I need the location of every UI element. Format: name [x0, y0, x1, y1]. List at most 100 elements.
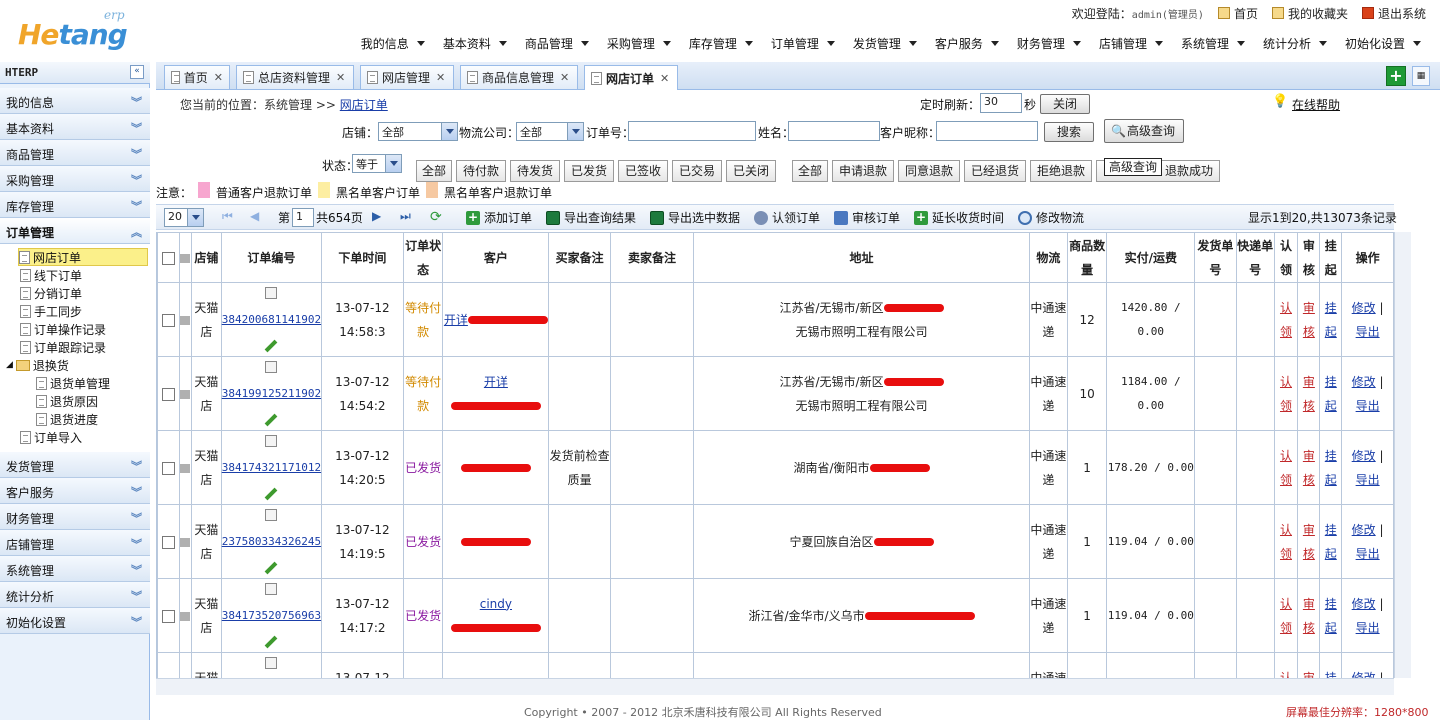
first-page-icon[interactable]: ⏮ — [222, 209, 233, 224]
cell-customer[interactable]: 开详 — [442, 282, 550, 357]
order-detail-icon[interactable] — [265, 287, 278, 299]
claim-link[interactable]: 领 — [1280, 473, 1292, 487]
sidebar-section-shops[interactable]: 店铺管理 ︾ — [0, 530, 150, 556]
online-help-link[interactable]: 在线帮助 — [1292, 96, 1340, 113]
logout-link[interactable]: 退出系统 — [1361, 5, 1426, 22]
customer-link[interactable]: 开详 — [484, 375, 508, 389]
edit-link[interactable]: 修改 — [1352, 375, 1376, 389]
nav-statistics[interactable]: 统计分析 — [1254, 34, 1336, 52]
hang-link[interactable]: 起 — [1325, 325, 1337, 339]
nav-inventory[interactable]: 库存管理 — [680, 34, 762, 52]
sidebar-section-basic-data[interactable]: 基本资料 ︾ — [0, 114, 150, 140]
audit-link[interactable]: 核 — [1303, 473, 1315, 487]
row-checkbox[interactable] — [157, 356, 180, 431]
cell-claim[interactable]: 认领 — [1273, 282, 1299, 357]
order-detail-icon[interactable] — [265, 361, 278, 373]
modify-logistics-button[interactable]: 修改物流 — [1018, 209, 1084, 226]
col-header-shop[interactable]: 店铺 — [190, 232, 222, 283]
status-operator-select[interactable]: 等于 — [352, 154, 402, 173]
col-header-ship-no[interactable]: 发货单号 — [1194, 232, 1237, 283]
audit-link[interactable]: 审 — [1303, 449, 1315, 463]
close-tab-icon[interactable]: ✕ — [436, 71, 445, 84]
cell-audit[interactable]: 审核 — [1297, 356, 1321, 431]
row-checkbox[interactable] — [157, 430, 180, 505]
claim-link[interactable]: 领 — [1280, 325, 1292, 339]
audit-link[interactable]: 核 — [1303, 325, 1315, 339]
advanced-search-button[interactable]: 🔍 高级查询 — [1104, 119, 1184, 143]
cell-hang[interactable]: 挂起 — [1319, 430, 1343, 505]
cell-customer[interactable] — [442, 430, 550, 505]
add-order-button[interactable]: + 添加订单 — [466, 209, 532, 226]
col-header-quantity[interactable]: 商品数量 — [1066, 232, 1108, 283]
sidebar-section-statistics[interactable]: 统计分析 ︾ — [0, 582, 150, 608]
shop-select[interactable]: 全部 — [378, 122, 458, 141]
col-header-buyer-note[interactable]: 买家备注 — [548, 232, 611, 283]
sidebar-section-products[interactable]: 商品管理 ︾ — [0, 140, 150, 166]
search-button[interactable]: 搜索 — [1044, 122, 1094, 142]
cell-claim[interactable]: 认领 — [1273, 504, 1299, 579]
horizontal-scrollbar[interactable] — [156, 678, 1394, 695]
edit-link[interactable]: 修改 — [1352, 449, 1376, 463]
claim-link[interactable]: 认 — [1280, 375, 1292, 389]
page-size-select[interactable]: 20 — [164, 208, 204, 227]
export-link[interactable]: 导出 — [1356, 325, 1380, 339]
table-row[interactable]: 天猫店 384199125211902 13-07-12 14:54:2 等待付款 开详 江… — [157, 356, 1394, 431]
edit-pencil-icon[interactable] — [265, 561, 278, 575]
hang-link[interactable]: 起 — [1325, 547, 1337, 561]
edit-pencil-icon[interactable] — [265, 413, 278, 427]
cell-claim[interactable]: 认领 — [1273, 430, 1299, 505]
tab-home[interactable]: 首页 ✕ — [164, 65, 230, 89]
export-link[interactable]: 导出 — [1356, 621, 1380, 635]
cell-customer[interactable]: cindy — [442, 578, 550, 653]
prev-page-icon[interactable]: ◀ — [250, 209, 259, 223]
close-tab-icon[interactable]: ✕ — [214, 71, 223, 84]
tree-item-distribution-orders[interactable]: 分销订单 — [20, 284, 82, 302]
table-row[interactable]: 天猫店38415928667491313-07-1213:57:5已发货黄 福建省… — [157, 652, 1394, 679]
edit-pencil-icon[interactable] — [265, 339, 278, 353]
sidebar-section-finance[interactable]: 财务管理 ︾ — [0, 504, 150, 530]
export-link[interactable]: 导出 — [1356, 399, 1380, 413]
claim-link[interactable]: 领 — [1280, 621, 1292, 635]
col-header-claim[interactable]: 认领 — [1273, 232, 1299, 283]
nav-shops[interactable]: 店铺管理 — [1090, 34, 1172, 52]
cell-hang[interactable]: 挂起 — [1319, 652, 1343, 678]
tree-item-manual-sync[interactable]: 手工同步 — [20, 302, 82, 320]
audit-link[interactable]: 审 — [1303, 301, 1315, 315]
nav-finance[interactable]: 财务管理 — [1008, 34, 1090, 52]
customer-link[interactable]: cindy — [480, 597, 512, 611]
nav-shipping[interactable]: 发货管理 — [844, 34, 926, 52]
nav-basic-data[interactable]: 基本资料 — [434, 34, 516, 52]
nav-products[interactable]: 商品管理 — [516, 34, 598, 52]
col-header-status[interactable]: 订单状态 — [402, 232, 444, 283]
table-row[interactable]: 天猫店 384173520756963 13-07-12 14:17:2 已发货 cind… — [157, 578, 1394, 653]
refund-all-button[interactable]: 全部 — [792, 160, 828, 182]
tree-item-return-progress[interactable]: 退货进度 — [36, 410, 98, 428]
sidebar-section-my-info[interactable]: 我的信息 ︾ — [0, 88, 150, 114]
claim-link[interactable]: 领 — [1280, 547, 1292, 561]
table-row[interactable]: 天猫店 384200681141902 13-07-12 14:58:3 等待付款 开详 江… — [157, 282, 1394, 357]
claim-link[interactable]: 认 — [1280, 301, 1292, 315]
favorites-link[interactable]: 我的收藏夹 — [1271, 5, 1348, 22]
home-link[interactable]: 首页 — [1217, 5, 1258, 22]
cell-hang[interactable]: 挂起 — [1319, 282, 1343, 357]
order-detail-icon[interactable] — [265, 435, 278, 447]
status-traded-button[interactable]: 已交易 — [672, 160, 722, 182]
order-id-link[interactable]: 384173520756963 — [222, 609, 321, 622]
breadcrumb-current-link[interactable]: 网店订单 — [340, 98, 388, 112]
hang-link[interactable]: 挂 — [1325, 523, 1337, 537]
claim-order-button[interactable]: 认领订单 — [754, 209, 820, 226]
sidebar-section-orders[interactable]: 订单管理 ︽ — [0, 218, 150, 244]
order-detail-icon[interactable] — [265, 509, 278, 521]
audit-link[interactable]: 审 — [1303, 671, 1315, 679]
tree-item-return-orders[interactable]: 退货单管理 — [36, 374, 110, 392]
audit-link[interactable]: 核 — [1303, 399, 1315, 413]
nav-system[interactable]: 系统管理 — [1172, 34, 1254, 52]
nav-purchasing[interactable]: 采购管理 — [598, 34, 680, 52]
audit-link[interactable]: 审 — [1303, 523, 1315, 537]
refund-agreed-button[interactable]: 同意退款 — [898, 160, 960, 182]
edit-pencil-icon[interactable] — [265, 635, 278, 649]
hang-link[interactable]: 起 — [1325, 621, 1337, 635]
tree-item-order-log[interactable]: 订单操作记录 — [20, 320, 106, 338]
cell-audit[interactable]: 审核 — [1297, 504, 1321, 579]
audit-order-button[interactable]: 审核订单 — [834, 209, 900, 226]
